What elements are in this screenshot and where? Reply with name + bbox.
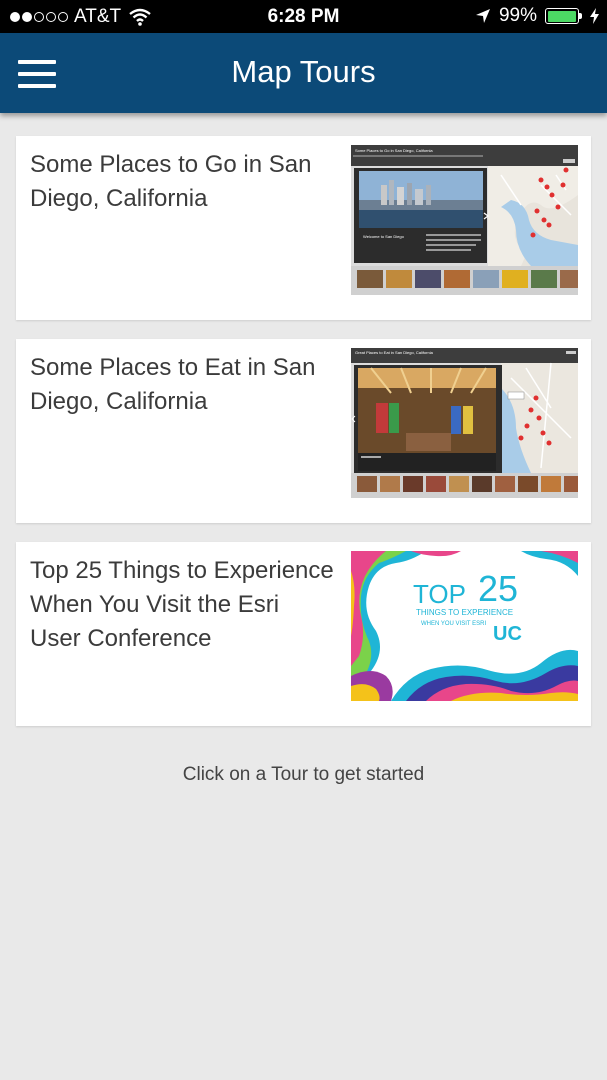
instruction-text: Click on a Tour to get started <box>182 764 425 785</box>
tour-thumbnail-places-to-eat: Great Places to Eat in San Diego, Califo… <box>351 348 578 498</box>
tour-card-places-to-eat[interactable]: Some Places to Eat in San Diego, Califor… <box>16 339 591 523</box>
location-arrow-icon <box>475 9 490 23</box>
thumb-caption-text: Welcome to San Diego <box>363 234 405 239</box>
page-title: Map Tours <box>231 54 376 89</box>
tour-thumbnail-places-to-go: Some Places to Go in San Diego, Californ… <box>351 145 578 295</box>
status-bar: AT&T 6:28 PM 99% <box>0 0 607 33</box>
tour-title: Some Places to Go in San Diego, Californ… <box>30 151 312 212</box>
tour-card-top-25-things[interactable]: Top 25 Things to Experience When You Vis… <box>16 542 591 726</box>
battery-icon <box>545 8 582 24</box>
status-right: 99% <box>475 5 599 27</box>
app-header: Map Tours <box>0 33 607 113</box>
tour-thumbnail-top-25: TOP 25 THINGS TO EXPERIENCE WHEN YOU VIS… <box>351 551 578 701</box>
thumb-header-text: Great Places to Eat in San Diego, Califo… <box>355 350 434 355</box>
battery-percent: 99% <box>498 5 537 26</box>
tour-title: Some Places to Eat in San Diego, Califor… <box>30 354 316 415</box>
thumb-number-text: 25 <box>478 568 518 609</box>
tour-title: Top 25 Things to Experience When You Vis… <box>30 557 334 652</box>
charging-bolt-icon <box>590 8 599 24</box>
thumb-header-text: Some Places to Go in San Diego, Californ… <box>355 148 433 153</box>
tour-card-places-to-go[interactable]: Some Places to Go in San Diego, Californ… <box>16 136 591 320</box>
battery-level <box>547 10 577 22</box>
thumb-badge-text: UC <box>493 623 522 645</box>
thumb-top-text: TOP <box>413 579 466 609</box>
thumb-subtitle-1: THINGS TO EXPERIENCE <box>416 608 513 617</box>
thumb-subtitle-2: WHEN YOU VISIT ESRI <box>421 621 486 627</box>
